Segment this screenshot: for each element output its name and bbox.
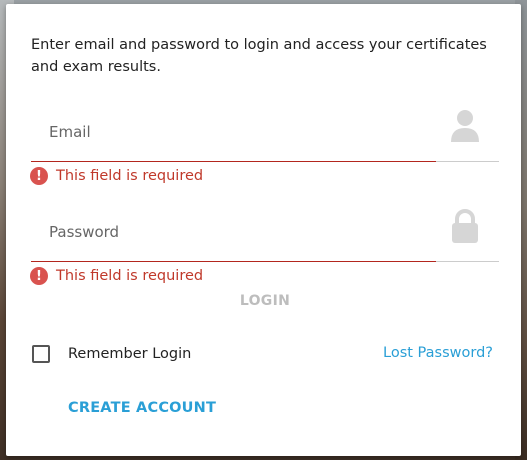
password-field[interactable] [31, 202, 499, 262]
error-icon: ! [30, 267, 48, 285]
user-icon [451, 110, 479, 142]
email-error-text: This field is required [56, 168, 204, 184]
error-icon: ! [30, 167, 48, 185]
lock-icon [452, 209, 478, 243]
password-error-underline [31, 261, 436, 262]
login-dialog: Enter email and password to login and ac… [6, 4, 521, 456]
lost-password-link[interactable]: Lost Password? [383, 345, 493, 361]
intro-text: Enter email and password to login and ac… [31, 37, 487, 75]
remember-label: Remember Login [68, 346, 192, 362]
remember-login[interactable]: Remember Login [32, 344, 191, 364]
create-account-button[interactable]: CREATE ACCOUNT [68, 400, 216, 416]
password-error: ! This field is required [30, 266, 203, 286]
email-field[interactable] [31, 102, 499, 162]
remember-checkbox[interactable] [32, 345, 50, 363]
email-error-underline [31, 161, 436, 162]
login-button[interactable]: LOGIN [220, 290, 310, 312]
email-field-container [31, 102, 499, 162]
password-field-container [31, 202, 499, 262]
email-error: ! This field is required [30, 166, 203, 186]
password-error-text: This field is required [56, 268, 204, 284]
